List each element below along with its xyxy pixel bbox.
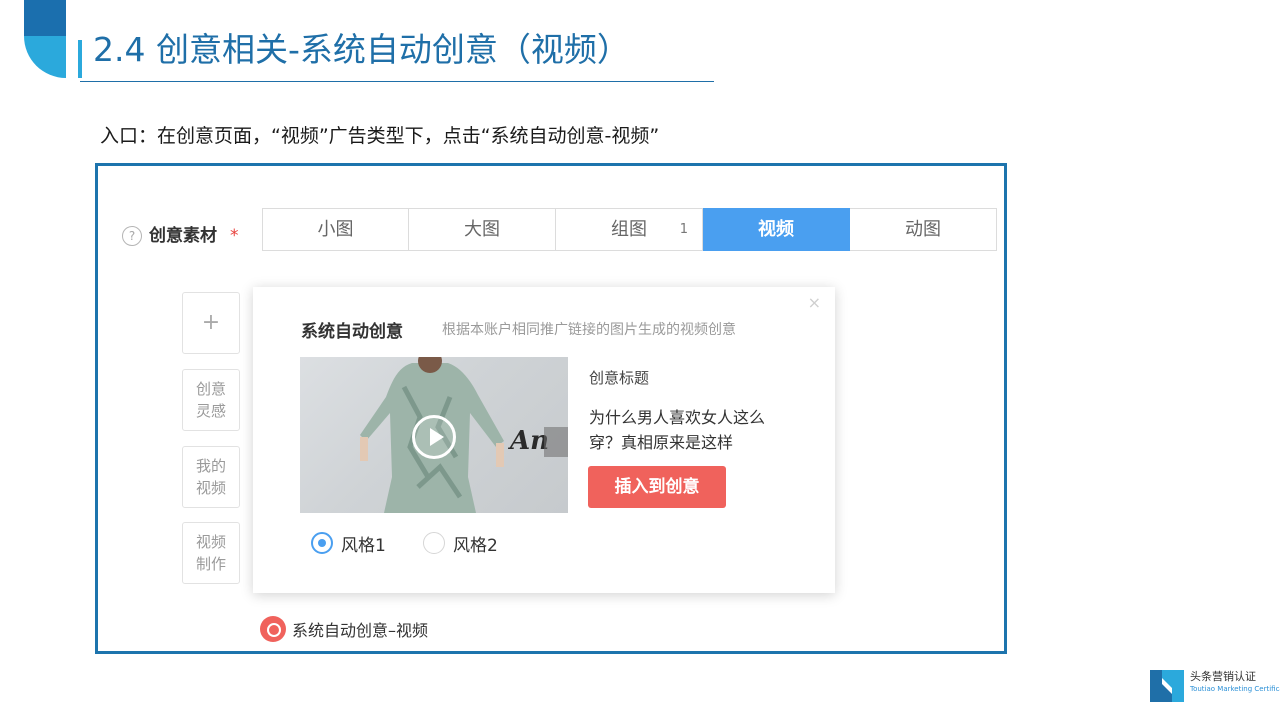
tab-small-image[interactable]: 小图	[262, 208, 409, 251]
tab-label: 大图	[464, 219, 500, 240]
video-production-button[interactable]: 视频制作	[182, 522, 240, 584]
style-option-label: 风格1	[341, 535, 386, 556]
brand-logo: 头条营销认证 Toutiao Marketing Certification	[1150, 670, 1280, 704]
close-icon[interactable]: ×	[808, 293, 821, 312]
radio-unchecked-icon[interactable]	[423, 532, 445, 554]
tab-animated-image[interactable]: 动图	[850, 208, 997, 251]
help-circle-icon[interactable]: ?	[122, 226, 142, 246]
toutiao-logo-icon	[1150, 670, 1184, 702]
tab-label: 视频	[758, 219, 794, 240]
auto-creative-icon	[260, 616, 286, 642]
auto-creative-popover: × 系统自动创意 根据本账户相同推广链接的图片生成的视频创意 An 创意标题 为…	[253, 287, 835, 593]
creative-material-label: 创意素材	[149, 226, 217, 246]
corner-decoration	[24, 0, 66, 78]
tab-video[interactable]: 视频	[703, 208, 850, 251]
title-accent-bar	[78, 40, 82, 78]
brand-name: 头条营销认证	[1190, 670, 1256, 683]
style-option-label: 风格2	[453, 535, 498, 556]
svg-text:An: An	[507, 426, 549, 456]
slide-title: 2.4 创意相关-系统自动创意（视频）	[93, 30, 630, 69]
auto-creative-video-label: 系统自动创意–视频	[292, 621, 429, 640]
add-button[interactable]: +	[182, 292, 240, 354]
popover-title: 系统自动创意	[301, 322, 403, 342]
popover-description: 根据本账户相同推广链接的图片生成的视频创意	[442, 322, 736, 338]
style-option-1[interactable]: 风格1	[311, 530, 386, 556]
creative-inspiration-button[interactable]: 创意灵感	[182, 369, 240, 431]
insert-into-creative-button[interactable]: 插入到创意	[588, 466, 726, 508]
corner-decoration-dark	[24, 0, 66, 36]
play-icon[interactable]	[412, 415, 456, 459]
my-videos-button[interactable]: 我的视频	[182, 446, 240, 508]
creative-title-label: 创意标题	[589, 369, 650, 387]
video-thumbnail[interactable]: An	[300, 357, 568, 513]
required-mark: *	[230, 226, 239, 246]
intro-text: 入口：在创意页面，“视频”广告类型下，点击“系统自动创意-视频”	[100, 125, 660, 147]
radio-checked-icon[interactable]	[311, 532, 333, 554]
tab-count-badge: 1	[679, 222, 688, 237]
title-underline	[80, 81, 714, 82]
tab-label: 组图	[611, 219, 647, 240]
creative-title-text: 为什么男人喜欢女人这么穿？真相原来是这样	[589, 408, 766, 452]
tab-label: 小图	[317, 219, 354, 240]
tab-large-image[interactable]: 大图	[409, 208, 556, 251]
screenshot-frame: ? 创意素材 * 小图 大图 组图 1 视频 动图 + 创意灵感 我的视频 视频制…	[95, 163, 1007, 654]
corner-decoration-light	[24, 36, 66, 78]
tab-image-group[interactable]: 组图 1	[556, 208, 703, 251]
style-option-2[interactable]: 风格2	[423, 530, 498, 556]
tab-label: 动图	[905, 219, 941, 240]
auto-creative-video-link[interactable]: 系统自动创意–视频	[260, 615, 428, 643]
material-type-tabs: 小图 大图 组图 1 视频 动图	[262, 208, 997, 251]
brand-subtitle: Toutiao Marketing Certification	[1190, 685, 1280, 693]
